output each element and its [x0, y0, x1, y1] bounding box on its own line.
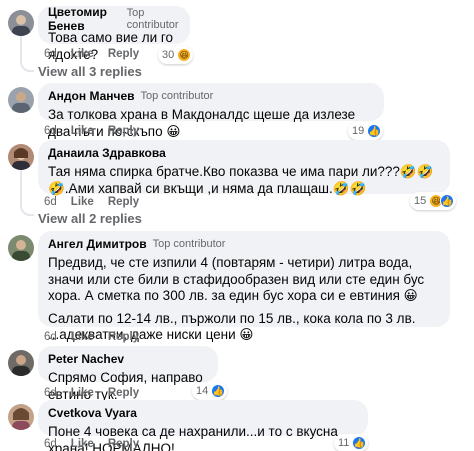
like-button[interactable]: Like [71, 125, 94, 137]
reaction-count: 30 [162, 49, 175, 61]
comment-author[interactable]: Цветомир Бенев [48, 5, 121, 33]
comment-actions: 6d Like Reply [44, 438, 139, 450]
comment-time[interactable]: 6d [44, 331, 57, 343]
reaction-summary[interactable]: 15 😆 👍 [410, 192, 457, 210]
reply-connector [20, 50, 34, 72]
avatar[interactable] [8, 404, 34, 430]
reaction-count: 15 [414, 195, 427, 207]
reaction-count: 11 [338, 437, 350, 449]
comment-actions: 6d Like Reply [44, 331, 139, 343]
top-contributor-badge: Top contributor [126, 7, 179, 31]
view-replies-label: View all 2 replies [38, 211, 142, 226]
like-icon: 👍 [367, 124, 382, 138]
reply-connector [20, 200, 34, 216]
comment-author[interactable]: Cvetkova Vyara [48, 406, 137, 420]
comment-author[interactable]: Андон Манчев [48, 89, 135, 103]
avatar[interactable] [8, 235, 34, 261]
comment-bubble: Цветомир Бенев Top contributor Това само… [38, 5, 190, 62]
comment-author[interactable]: Данаила Здравкова [48, 146, 166, 160]
reaction-summary[interactable]: 11 👍 [334, 434, 369, 451]
like-icon: 👍 [211, 384, 226, 398]
comment-paragraph: Предвид, че сте изпили 4 (повтарям - чет… [48, 255, 425, 303]
comment-time[interactable]: 6d [44, 48, 57, 60]
view-replies-link[interactable]: View all 2 replies [38, 211, 142, 226]
like-button[interactable]: Like [71, 438, 94, 450]
reaction-count: 14 [196, 385, 209, 397]
avatar[interactable] [8, 350, 34, 376]
comment-actions: 6d Like Reply [44, 125, 139, 137]
comment-bubble: Cvetkova Vyara Поне 4 човека са де нахра… [38, 400, 368, 451]
comment-time[interactable]: 6d [44, 196, 57, 208]
reply-button[interactable]: Reply [108, 125, 139, 137]
top-contributor-badge: Top contributor [152, 238, 226, 250]
reaction-count: 19 [352, 125, 365, 137]
comment-actions: 6d Like Reply [44, 387, 139, 399]
thread-line [20, 168, 22, 204]
reaction-summary[interactable]: 30 😆 [158, 46, 194, 64]
comment-bubble: Ангел Димитров Top contributor Предвид, … [38, 231, 450, 342]
comment-time[interactable]: 6d [44, 438, 57, 450]
avatar[interactable] [8, 10, 34, 36]
like-button[interactable]: Like [71, 331, 94, 343]
like-icon: 👍 [440, 194, 455, 208]
like-button[interactable]: Like [71, 48, 94, 60]
like-button[interactable]: Like [71, 196, 94, 208]
comment-author[interactable]: Ангел Димитров [48, 237, 147, 251]
comment-actions: 6d Like Reply [44, 48, 139, 60]
comment-paragraph: Тая няма спирка братче.Кво показва че им… [48, 164, 434, 196]
reply-button[interactable]: Reply [108, 48, 139, 60]
reaction-summary[interactable]: 14 👍 [192, 382, 228, 400]
like-icon: 👍 [352, 436, 367, 450]
comment-bubble: Peter Nachev Спрямо София, направо евтин… [38, 346, 218, 402]
view-replies-label: View all 3 replies [38, 64, 142, 79]
haha-icon: 😆 [177, 48, 192, 62]
top-contributor-badge: Top contributor [140, 90, 214, 102]
reply-button[interactable]: Reply [108, 438, 139, 450]
comment-text: Тая няма спирка братче.Кво показва че им… [48, 164, 440, 197]
avatar[interactable] [8, 144, 34, 170]
reply-button[interactable]: Reply [108, 331, 139, 343]
reaction-summary[interactable]: 19 👍 [348, 122, 384, 140]
reply-button[interactable]: Reply [108, 387, 139, 399]
like-button[interactable]: Like [71, 387, 94, 399]
comment-actions: 6d Like Reply [44, 196, 139, 208]
avatar[interactable] [8, 87, 34, 113]
view-replies-link[interactable]: View all 3 replies [38, 64, 142, 79]
reply-button[interactable]: Reply [108, 196, 139, 208]
comment-time[interactable]: 6d [44, 387, 57, 399]
comment-time[interactable]: 6d [44, 125, 57, 137]
comment-bubble: Данаила Здравкова Тая няма спирка братче… [38, 140, 450, 197]
comment-bubble: Андон Манчев Top contributor За толкова … [38, 83, 384, 139]
comment-author[interactable]: Peter Nachev [48, 352, 124, 366]
